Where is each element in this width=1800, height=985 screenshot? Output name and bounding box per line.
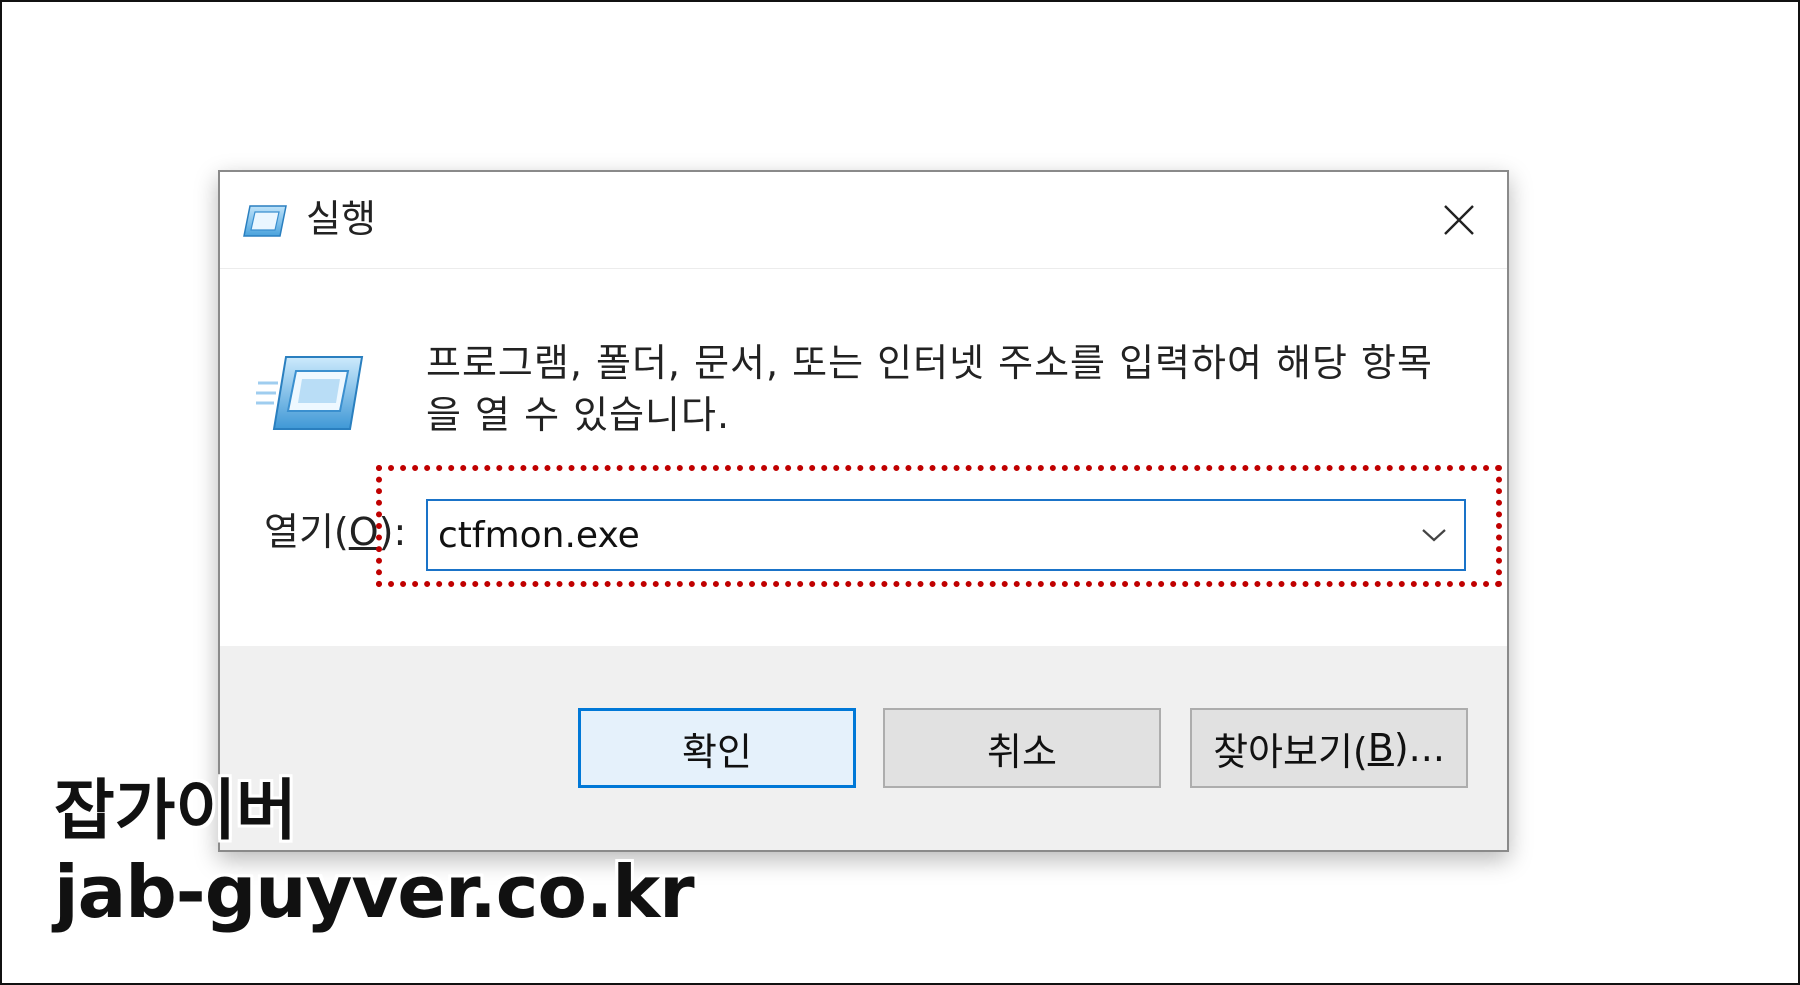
cancel-button[interactable]: 취소 <box>883 708 1161 788</box>
run-dialog: 실행 프로그램, 폴더, 문서, 또는 인터넷 주소를 입력하여 해당 항목을 … <box>218 170 1509 852</box>
description-text: 프로그램, 폴더, 문서, 또는 인터넷 주소를 입력하여 해당 항목을 열 수… <box>426 341 1433 437</box>
open-label-prefix: 열기( <box>264 510 349 554</box>
watermark-url: jab-guyver.co.kr <box>54 850 695 934</box>
close-icon <box>1444 205 1474 235</box>
browse-label-suffix: )... <box>1393 726 1445 770</box>
close-button[interactable] <box>1429 190 1489 250</box>
dropdown-button[interactable] <box>1414 517 1454 553</box>
open-label-access-key: O <box>348 510 379 554</box>
dialog-title: 실행 <box>306 197 376 241</box>
open-combobox[interactable] <box>426 499 1466 571</box>
browse-label-prefix: 찾아보기( <box>1213 729 1368 774</box>
open-label: 열기(O): <box>264 507 406 557</box>
browse-button[interactable]: 찾아보기(B)... <box>1190 708 1468 788</box>
browse-access-key: B <box>1367 726 1394 770</box>
dialog-body: 프로그램, 폴더, 문서, 또는 인터넷 주소를 입력하여 해당 항목을 열 수… <box>220 269 1507 646</box>
run-icon <box>242 202 288 240</box>
screenshot-frame: 실행 프로그램, 폴더, 문서, 또는 인터넷 주소를 입력하여 해당 항목을 … <box>0 0 1800 985</box>
open-input[interactable] <box>438 501 1388 569</box>
watermark: 잡가이버 jab-guyver.co.kr <box>54 772 695 934</box>
chevron-down-icon <box>1422 529 1446 542</box>
open-label-suffix: ): <box>378 510 407 554</box>
run-large-icon <box>256 349 366 439</box>
watermark-brand: 잡가이버 <box>54 772 297 849</box>
title-bar[interactable]: 실행 <box>220 172 1507 268</box>
